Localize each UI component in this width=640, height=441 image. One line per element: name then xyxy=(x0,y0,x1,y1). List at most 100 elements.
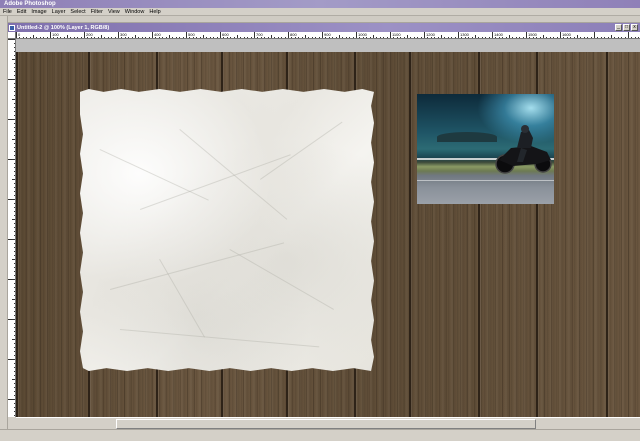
menu-view[interactable]: View xyxy=(108,8,120,16)
ruler-tick xyxy=(8,119,15,120)
ruler-tick xyxy=(356,32,357,38)
wood-grain xyxy=(68,52,69,417)
ruler-tick xyxy=(492,32,493,38)
wood-grain xyxy=(628,52,629,417)
paper-crease xyxy=(179,129,288,220)
ruler-tick xyxy=(16,32,17,38)
wood-grain xyxy=(397,52,398,417)
document-titlebar[interactable]: Untitled-2 @ 100% (Layer 1, RGB/8) _ □ x xyxy=(8,23,640,32)
maximize-button[interactable]: □ xyxy=(623,24,630,31)
menu-image[interactable]: Image xyxy=(31,8,46,16)
ruler-tick xyxy=(186,32,187,38)
document-title: Untitled-2 @ 100% (Layer 1, RGB/8) xyxy=(17,24,110,31)
menu-filter[interactable]: Filter xyxy=(91,8,103,16)
ruler-tick xyxy=(322,32,323,38)
ruler-tick xyxy=(390,32,391,38)
ruler-tick xyxy=(8,359,15,360)
menu-layer[interactable]: Layer xyxy=(52,8,66,16)
scrollbar-thumb[interactable] xyxy=(116,419,536,429)
wood-grain xyxy=(572,52,573,417)
ruler-label: 300 xyxy=(120,32,127,37)
ruler-tick xyxy=(8,279,15,280)
document-canvas[interactable] xyxy=(16,52,640,417)
ruler-label: 1400 xyxy=(494,32,503,37)
canvas-pasteboard xyxy=(16,39,640,52)
wood-grain xyxy=(61,52,62,417)
ruler-corner[interactable] xyxy=(8,32,16,39)
wood-grain xyxy=(600,52,601,417)
wood-grain xyxy=(565,52,566,417)
ruler-tick xyxy=(8,159,15,160)
wood-grain xyxy=(75,52,76,417)
photoshop-document-icon xyxy=(9,24,15,31)
horizontal-scrollbar[interactable] xyxy=(16,417,640,429)
plank-seam xyxy=(16,52,18,417)
horizontal-ruler[interactable]: 0 100 200 300 400 500 600 700 800 900 1000 1100 1200… xyxy=(16,32,640,39)
ruler-label: 1300 xyxy=(460,32,469,37)
left-panel-edge xyxy=(0,16,8,429)
wood-grain xyxy=(593,52,594,417)
ruler-tick xyxy=(424,32,425,38)
ruler-label: 1100 xyxy=(392,32,401,37)
ruler-tick xyxy=(220,32,221,38)
vertical-ruler[interactable] xyxy=(8,39,16,417)
ruler-tick xyxy=(8,319,15,320)
ruler-tick xyxy=(8,79,15,80)
ruler-tick xyxy=(8,199,15,200)
ruler-tick xyxy=(288,32,289,38)
ruler-tick xyxy=(458,32,459,38)
wood-grain xyxy=(40,52,41,417)
paper-crease xyxy=(119,329,320,348)
wood-grain xyxy=(635,52,636,417)
ruler-tick xyxy=(628,32,629,38)
distant-hill xyxy=(437,132,497,142)
ruler-tick xyxy=(8,399,15,400)
wood-grain xyxy=(376,52,377,417)
wood-grain xyxy=(47,52,48,417)
ruler-label: 600 xyxy=(222,32,229,37)
ruler-tick xyxy=(526,32,527,38)
ruler-tick xyxy=(254,32,255,38)
ruler-label: 1600 xyxy=(562,32,571,37)
paper-crease xyxy=(99,149,209,201)
wood-grain xyxy=(404,52,405,417)
wood-grain xyxy=(614,52,615,417)
plank-seam xyxy=(606,52,608,417)
motorcycle-photo-layer[interactable] xyxy=(417,94,554,204)
wood-grain xyxy=(558,52,559,417)
ruler-label: 900 xyxy=(324,32,331,37)
plank-seam xyxy=(409,52,411,417)
wood-grain xyxy=(33,52,34,417)
menubar: File Edit Image Layer Select Filter View… xyxy=(0,8,640,16)
wood-grain xyxy=(411,52,412,417)
menu-help[interactable]: Help xyxy=(149,8,160,16)
ruler-label: 200 xyxy=(86,32,93,37)
menu-edit[interactable]: Edit xyxy=(17,8,26,16)
wood-grain xyxy=(390,52,391,417)
close-button[interactable]: x xyxy=(631,24,638,31)
ruler-label: 500 xyxy=(188,32,195,37)
menu-select[interactable]: Select xyxy=(70,8,85,16)
ruler-tick xyxy=(560,32,561,38)
wood-grain xyxy=(26,52,27,417)
menu-window[interactable]: Window xyxy=(125,8,145,16)
options-bar xyxy=(0,16,640,23)
ruler-label: 1000 xyxy=(358,32,367,37)
ruler-label: 0 xyxy=(18,32,21,37)
wood-grain xyxy=(579,52,580,417)
ruler-label: 400 xyxy=(154,32,161,37)
ruler-tick xyxy=(8,39,15,40)
window-buttons: _ □ x xyxy=(615,24,638,31)
ruler-tick xyxy=(84,32,85,38)
menu-file[interactable]: File xyxy=(3,8,12,16)
ruler-tick xyxy=(8,239,15,240)
crumpled-paper-layer[interactable] xyxy=(80,89,374,371)
ruler-tick xyxy=(118,32,119,38)
ruler-label: 100 xyxy=(52,32,59,37)
road-line xyxy=(417,180,554,181)
minimize-button[interactable]: _ xyxy=(615,24,622,31)
ruler-label: 1200 xyxy=(426,32,435,37)
paper-crease xyxy=(159,259,205,338)
wood-grain xyxy=(19,52,20,417)
wood-grain xyxy=(586,52,587,417)
